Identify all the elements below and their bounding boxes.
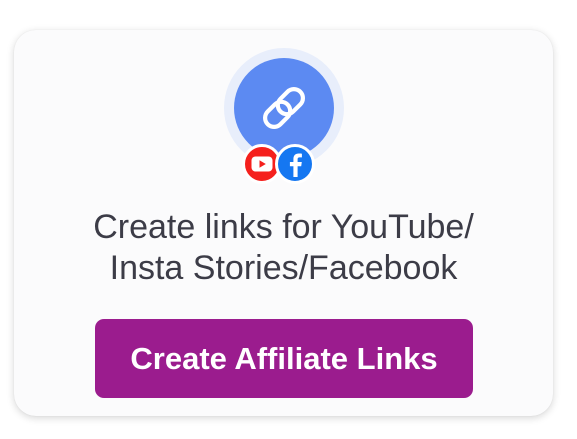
create-affiliate-links-button[interactable]: Create Affiliate Links [95,319,473,398]
icon-group [224,48,348,188]
description-line-2: Insta Stories/Facebook [109,249,458,287]
description-line-1: Create links for YouTube/ [93,208,474,246]
card-description: Create links for YouTube/ Insta Stories/… [14,207,553,289]
link-icon [234,58,334,158]
affiliate-links-card: Create links for YouTube/ Insta Stories/… [14,30,553,416]
facebook-icon [275,144,315,184]
